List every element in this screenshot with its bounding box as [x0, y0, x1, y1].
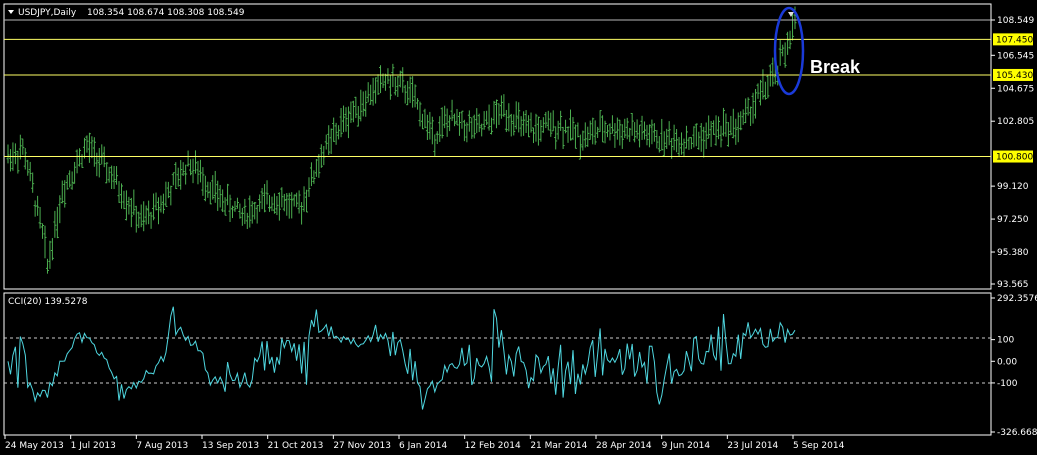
indicator-title: CCI(20) 139.5278 [8, 297, 88, 307]
time-tick-label: 21 Mar 2014 [530, 441, 587, 451]
cci-tick-label: -100 [997, 379, 1018, 389]
level-label: 107.450 [996, 35, 1033, 45]
cci-tick-label: 0.00 [997, 357, 1017, 367]
cci-tick-label: -326.6682 [997, 428, 1037, 438]
price-tick-label: 102.805 [997, 117, 1034, 127]
time-tick-label: 6 Jan 2014 [399, 441, 447, 451]
chart-header: USDJPY,Daily 108.354 108.674 108.308 108… [8, 8, 245, 18]
symbol-title: USDJPY,Daily [18, 8, 77, 18]
price-tick-label: 99.120 [997, 182, 1029, 192]
time-tick-label: 12 Feb 2014 [465, 441, 521, 451]
chart-window[interactable]: USDJPY,Daily 108.354 108.674 108.308 108… [0, 0, 1037, 455]
level-label: 105.430 [996, 71, 1033, 81]
time-tick-label: 9 Jun 2014 [662, 441, 711, 451]
price-tick-label: 97.250 [997, 215, 1029, 225]
price-tick-label: 95.380 [997, 248, 1029, 258]
ohlc-readout: 108.354 108.674 108.308 108.549 [87, 8, 245, 18]
time-tick-label: 27 Nov 2013 [333, 441, 391, 451]
chart-background [0, 0, 1037, 455]
price-tick-label: 108.549 [997, 16, 1034, 26]
time-tick-label: 28 Apr 2014 [596, 441, 652, 451]
price-tick-label: 106.545 [997, 51, 1034, 61]
time-tick-label: 23 Jul 2014 [727, 441, 778, 451]
time-tick-label: 13 Sep 2013 [202, 441, 259, 451]
price-tick-label: 93.565 [997, 280, 1029, 290]
time-tick-label: 5 Sep 2014 [793, 441, 845, 451]
level-label: 100.800 [996, 153, 1033, 163]
time-tick-label: 21 Oct 2013 [268, 441, 324, 451]
price-tick-label: 104.675 [997, 84, 1034, 94]
time-tick-label: 1 Jul 2013 [71, 441, 116, 451]
cci-tick-label: 100 [997, 336, 1014, 346]
break-annotation: Break [810, 57, 861, 77]
cci-tick-label: 292.3576 [997, 294, 1037, 304]
time-tick-label: 7 Aug 2013 [136, 441, 188, 451]
time-tick-label: 24 May 2013 [5, 441, 64, 451]
